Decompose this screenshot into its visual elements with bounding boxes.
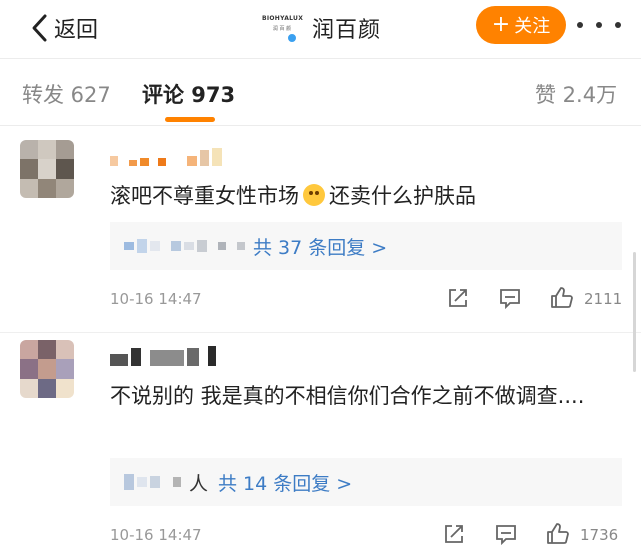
active-tab-indicator: [165, 117, 215, 122]
view-replies-button[interactable]: 共 37 条回复 >: [110, 222, 622, 270]
tab-repost[interactable]: 转发 627: [22, 79, 111, 109]
tab-comment[interactable]: 评论 973: [142, 79, 235, 109]
plus-icon: +: [491, 12, 511, 37]
comment-meta: 10-16 14:47 1736: [110, 522, 630, 550]
scrollbar[interactable]: [633, 252, 636, 372]
thumbs-up-icon: [547, 523, 569, 544]
comment-meta: 10-16 14:47 2111: [110, 286, 630, 314]
chevron-left-icon: [32, 14, 47, 42]
account-header[interactable]: BIOHYALUX 润 百 颜 润百颜: [262, 10, 381, 46]
dot-icon: [577, 22, 583, 28]
follow-button[interactable]: + 关注: [476, 6, 566, 44]
comment-timestamp: 10-16 14:47: [110, 290, 202, 308]
logo-subtext: 润 百 颜: [272, 26, 292, 32]
reply-action-button[interactable]: [498, 286, 526, 314]
view-replies-button[interactable]: 人 共 14 条回复 >: [110, 458, 622, 506]
share-icon: [449, 289, 467, 307]
avatar[interactable]: [20, 140, 74, 198]
comment-text: 滚吧不尊重女性市场 还卖什么护肤品: [110, 178, 620, 214]
verified-badge-icon: [287, 33, 297, 43]
username-pixelated[interactable]: [110, 342, 216, 366]
share-icon: [445, 525, 463, 543]
top-nav-bar: 返回 BIOHYALUX 润 百 颜 润百颜 + 关注: [0, 0, 641, 58]
dot-icon: [596, 22, 602, 28]
reply-action-button[interactable]: [494, 522, 522, 550]
back-label: 返回: [54, 18, 99, 43]
dot-icon: [615, 22, 621, 28]
logo-text: BIOHYALUX: [262, 15, 304, 22]
fearful-face-emoji-icon: [303, 184, 325, 206]
avatar[interactable]: [20, 340, 74, 398]
account-logo[interactable]: BIOHYALUX 润 百 颜: [262, 11, 304, 45]
replies-count-link: 共 37 条回复 >: [253, 236, 388, 259]
like-count: 2111: [584, 290, 623, 308]
replies-count-link: 共 14 条回复 >: [218, 472, 353, 495]
like-action-button[interactable]: [550, 286, 578, 314]
follow-label: 关注: [514, 16, 551, 37]
comment-timestamp: 10-16 14:47: [110, 526, 202, 544]
comment-text: 不说别的 我是真的不相信你们合作之前不做调查....: [110, 384, 585, 408]
like-action-button[interactable]: [546, 522, 574, 550]
comment-text-part: 还卖什么护肤品: [329, 184, 476, 208]
comment-text-part: 滚吧不尊重女性市场: [110, 184, 299, 208]
comment-icon: [496, 525, 516, 546]
tab-like[interactable]: 赞 2.4万: [535, 79, 617, 109]
replier-names-pixelated: [124, 474, 181, 490]
repost-action-button[interactable]: [446, 286, 474, 314]
divider: [0, 332, 641, 333]
repost-action-button[interactable]: [442, 522, 470, 550]
like-count: 1736: [580, 526, 619, 544]
back-button[interactable]: 返回: [30, 10, 98, 46]
comment-icon: [500, 289, 520, 310]
replier-names-pixelated: [124, 239, 245, 253]
post-tabs: 转发 627 评论 973 赞 2.4万: [0, 58, 641, 126]
account-name: 润百颜: [312, 18, 382, 43]
username-pixelated[interactable]: [110, 142, 222, 166]
more-menu-button[interactable]: [577, 10, 621, 40]
thumbs-up-icon: [551, 287, 573, 308]
replier-name-suffix: 人: [189, 472, 209, 495]
